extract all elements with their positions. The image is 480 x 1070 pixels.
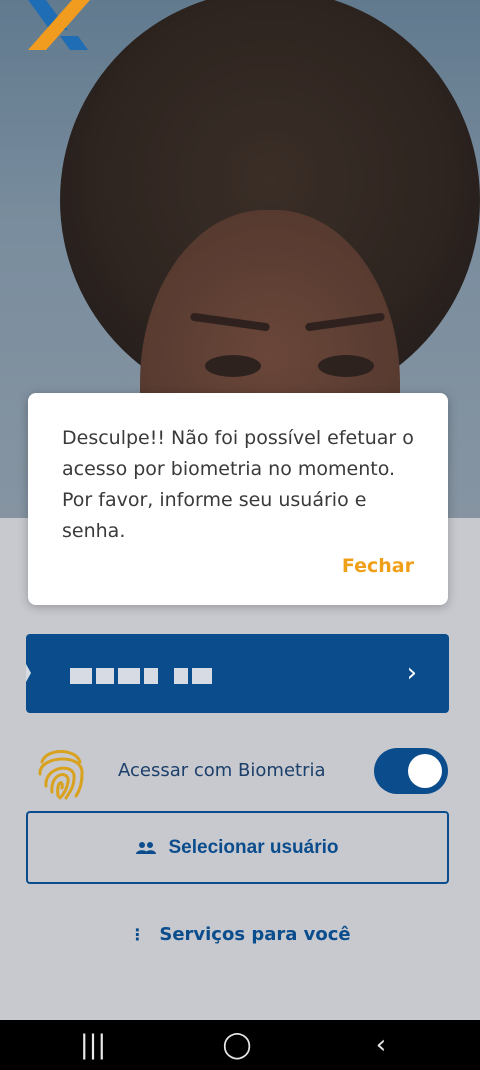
select-user-label: Selecionar usuário: [168, 836, 339, 858]
caixa-logo: [28, 0, 90, 50]
select-user-button[interactable]: Selecionar usuário: [26, 811, 449, 884]
system-nav-bar: ||| ◯ ‹: [0, 1020, 480, 1070]
users-icon: [136, 841, 157, 854]
services-label: Serviços para você: [159, 923, 351, 945]
biometric-label: Acessar com Biometria: [118, 760, 326, 781]
services-link[interactable]: ⋮ Serviços para você: [0, 918, 480, 950]
recents-icon[interactable]: |||: [48, 1020, 138, 1070]
dialog-message: Desculpe!! Não foi possível efetuar o ac…: [62, 427, 414, 542]
biometric-row: Acessar com Biometria: [26, 738, 449, 802]
masked-username: [70, 668, 212, 684]
back-icon[interactable]: ‹: [336, 1020, 426, 1070]
saved-user-button[interactable]: ›: [26, 634, 449, 713]
biometric-error-dialog: Desculpe!! Não foi possível efetuar o ac…: [28, 393, 448, 605]
toggle-knob: [408, 754, 442, 788]
more-vertical-icon: ⋮: [129, 924, 146, 944]
home-icon[interactable]: ◯: [192, 1020, 282, 1070]
masked-user-marker: [26, 664, 31, 682]
fingerprint-icon: [38, 750, 84, 800]
biometric-toggle[interactable]: [374, 748, 448, 794]
close-button[interactable]: Fechar: [342, 555, 414, 577]
chevron-right-icon: ›: [406, 658, 417, 688]
